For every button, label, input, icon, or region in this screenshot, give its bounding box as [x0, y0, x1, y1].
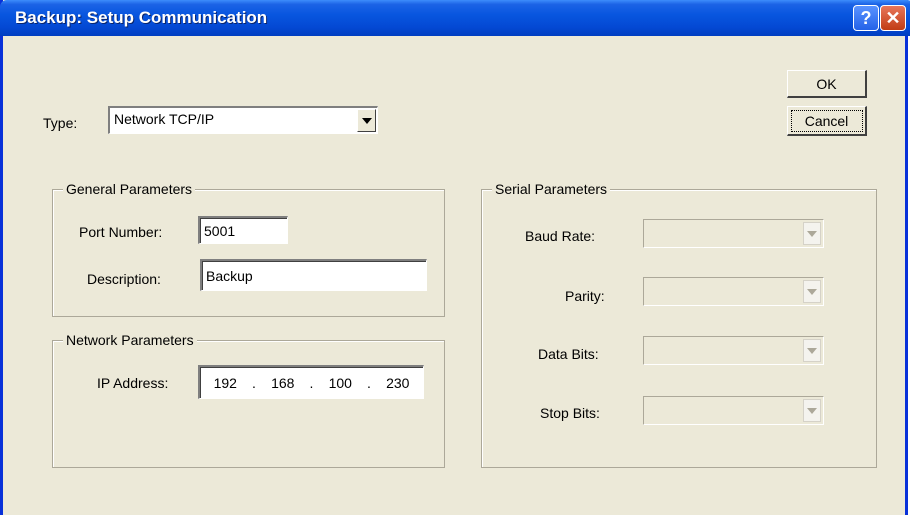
network-parameters-title: Network Parameters	[63, 331, 197, 349]
window-title: Backup: Setup Communication	[15, 8, 268, 27]
type-select-value: Network TCP/IP	[114, 111, 215, 127]
ip-separator: .	[252, 374, 256, 391]
data-bits-dropdown-button	[803, 339, 821, 362]
stop-bits-dropdown-button	[803, 399, 821, 422]
stop-bits-label: Stop Bits:	[540, 405, 600, 421]
ip-octet-1[interactable]: 192	[214, 375, 237, 391]
ok-button-label: OK	[816, 75, 837, 92]
chevron-down-icon	[361, 117, 372, 124]
parity-select	[643, 277, 824, 306]
data-bits-select	[643, 336, 824, 365]
ip-octet-3[interactable]: 100	[329, 375, 352, 391]
close-icon: ✕	[885, 7, 901, 28]
type-select[interactable]: Network TCP/IP	[108, 106, 378, 134]
type-dropdown-button[interactable]	[357, 109, 376, 132]
stop-bits-select	[643, 396, 824, 425]
ip-octet-4[interactable]: 230	[386, 375, 409, 391]
port-number-input[interactable]	[198, 216, 288, 244]
baud-rate-dropdown-button	[803, 222, 821, 245]
parity-dropdown-button	[803, 280, 821, 303]
title-bar[interactable]: Backup: Setup Communication ? ✕	[0, 0, 910, 36]
cancel-button-label: Cancel	[804, 112, 849, 129]
description-label: Description:	[87, 271, 161, 287]
type-label: Type:	[43, 115, 78, 131]
dialog-window: Backup: Setup Communication ? ✕ OK Cance…	[0, 0, 910, 515]
general-parameters-group: General Parameters	[52, 180, 445, 317]
port-number-label: Port Number:	[79, 224, 163, 240]
ip-address-label: IP Address:	[97, 375, 169, 391]
baud-rate-label: Baud Rate:	[525, 228, 596, 244]
parity-label: Parity:	[565, 288, 605, 304]
general-parameters-title: General Parameters	[63, 180, 196, 198]
network-parameters-group: Network Parameters	[52, 331, 445, 468]
help-icon: ?	[860, 7, 872, 28]
chevron-down-icon	[807, 407, 817, 414]
chevron-down-icon	[807, 288, 817, 295]
description-input[interactable]	[200, 259, 427, 291]
ip-octet-2[interactable]: 168	[271, 375, 294, 391]
ip-separator: .	[309, 374, 314, 391]
ok-button[interactable]: OK	[787, 70, 867, 98]
data-bits-label: Data Bits:	[538, 346, 599, 362]
cancel-button[interactable]: Cancel	[787, 106, 867, 136]
chevron-down-icon	[807, 347, 817, 354]
close-button[interactable]: ✕	[880, 5, 906, 31]
chevron-down-icon	[807, 230, 817, 237]
baud-rate-select	[643, 219, 824, 248]
ip-separator: .	[367, 374, 371, 391]
serial-parameters-title: Serial Parameters	[492, 180, 611, 198]
ip-address-input[interactable]: 192 . 168 . 100 . 230	[198, 365, 424, 399]
help-button[interactable]: ?	[853, 5, 879, 31]
